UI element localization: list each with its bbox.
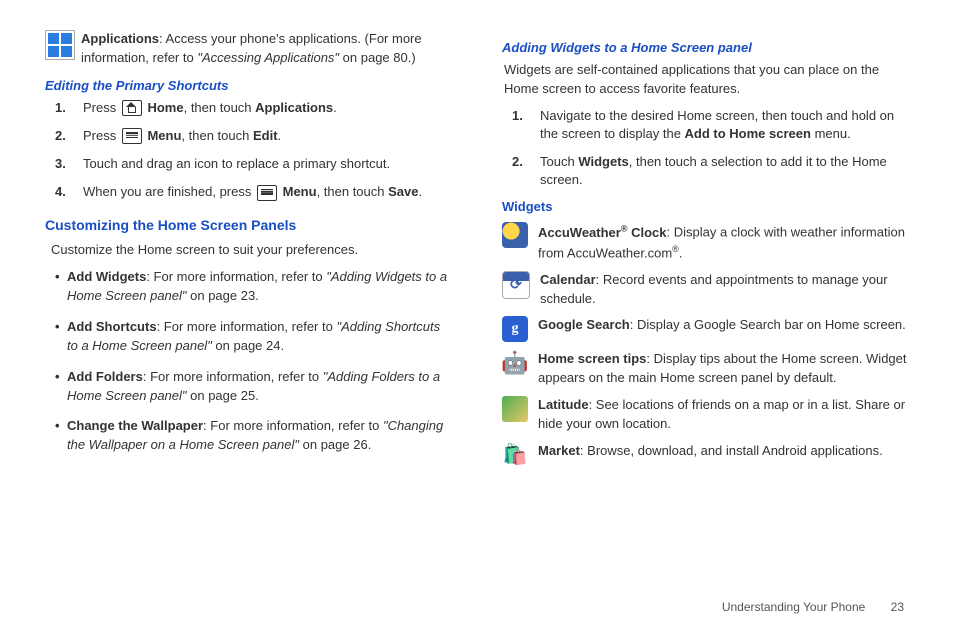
widget-google-search: g Google Search: Display a Google Search… — [502, 316, 909, 342]
footer-section: Understanding Your Phone — [722, 600, 865, 614]
customizing-heading: Customizing the Home Screen Panels — [45, 217, 452, 233]
widget-step-2: 2. Touch Widgets, then touch a selection… — [512, 153, 909, 189]
right-column: Adding Widgets to a Home Screen panel Wi… — [502, 30, 909, 476]
customizing-intro: Customize the Home screen to suit your p… — [51, 241, 452, 260]
calendar-icon: ⟳ — [502, 271, 530, 299]
widgets-label: Widgets — [502, 199, 909, 214]
widget-latitude: Latitude: See locations of friends on a … — [502, 396, 909, 434]
step-2: 2. Press Menu, then touch Edit. — [55, 127, 452, 145]
applications-row: Applications: Access your phone's applic… — [45, 30, 452, 68]
widget-home-tips: 🤖 Home screen tips: Display tips about t… — [502, 350, 909, 388]
page-number: 23 — [891, 600, 904, 614]
step-1: 1. Press Home, then touch Applications. — [55, 99, 452, 117]
market-icon: 🛍️ — [502, 442, 528, 468]
widget-accuweather: AccuWeather® Clock: Display a clock with… — [502, 222, 909, 262]
google-icon: g — [502, 316, 528, 342]
editing-shortcuts-heading: Editing the Primary Shortcuts — [45, 78, 452, 93]
editing-steps-list: 1. Press Home, then touch Applications. … — [55, 99, 452, 202]
latitude-icon — [502, 396, 528, 422]
widgets-steps: 1. Navigate to the desired Home screen, … — [512, 107, 909, 190]
bullet-add-folders: Add Folders: For more information, refer… — [55, 368, 452, 406]
widget-step-1: 1. Navigate to the desired Home screen, … — [512, 107, 909, 143]
bullet-change-wallpaper: Change the Wallpaper: For more informati… — [55, 417, 452, 455]
menu-icon — [122, 128, 142, 144]
adding-widgets-heading: Adding Widgets to a Home Screen panel — [502, 40, 909, 55]
applications-icon — [45, 30, 71, 56]
android-icon: 🤖 — [502, 350, 528, 376]
bullet-add-shortcuts: Add Shortcuts: For more information, ref… — [55, 318, 452, 356]
applications-text: Applications: Access your phone's applic… — [81, 30, 452, 68]
customize-bullets: Add Widgets: For more information, refer… — [55, 268, 452, 455]
left-column: Applications: Access your phone's applic… — [45, 30, 452, 476]
page-footer: Understanding Your Phone 23 — [722, 600, 904, 614]
step-3: 3. Touch and drag an icon to replace a p… — [55, 155, 452, 173]
widget-market: 🛍️ Market: Browse, download, and install… — [502, 442, 909, 468]
menu-icon — [257, 185, 277, 201]
widget-calendar: ⟳ Calendar: Record events and appointmen… — [502, 271, 909, 309]
widgets-intro: Widgets are self-contained applications … — [504, 61, 909, 99]
home-icon — [122, 100, 142, 116]
bullet-add-widgets: Add Widgets: For more information, refer… — [55, 268, 452, 306]
step-4: 4. When you are finished, press Menu, th… — [55, 183, 452, 201]
accuweather-icon — [502, 222, 528, 248]
